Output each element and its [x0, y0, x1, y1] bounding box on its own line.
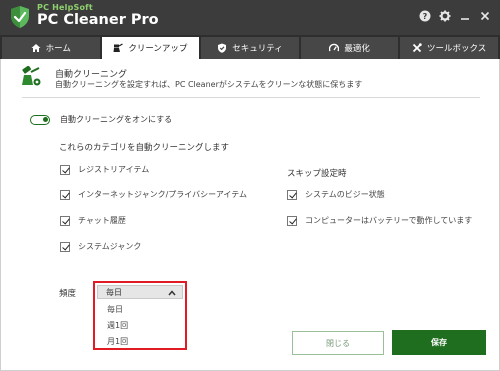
checkbox-system-junk[interactable]: システムジャンク [60, 241, 141, 252]
shield-icon [217, 43, 227, 53]
chevron-up-icon [168, 290, 176, 296]
checkbox-label: チャット履歴 [78, 216, 126, 225]
main-tabs: ホーム クリーンアップ セキュリティ 最適化 ツールボックス [0, 35, 500, 59]
auto-clean-icon [22, 66, 41, 86]
toggle-label: 自動クリーニングをオンにする [60, 115, 173, 124]
speedometer-icon [329, 43, 340, 53]
toggle-knob [43, 117, 48, 122]
skip-title: スキップ設定時 [287, 169, 347, 179]
close-icon[interactable] [478, 9, 492, 23]
frequency-option-weekly[interactable]: 週1回 [107, 320, 128, 331]
checkbox-label: レジストリアイテム [78, 165, 150, 174]
divider [22, 97, 480, 98]
app-title: PC Cleaner Pro [37, 12, 159, 28]
tab-label: クリーンアップ [128, 44, 188, 54]
tab-label: 最適化 [344, 44, 370, 54]
checkbox-on-battery[interactable]: コンピューターはバッテリーで動作しています [287, 215, 472, 226]
checkbox-label: システムのビジー状態 [305, 190, 385, 199]
checkbox-registry[interactable]: レジストリアイテム [60, 164, 149, 175]
tab-label: セキュリティ [232, 44, 283, 54]
checkbox-system-busy[interactable]: システムのビジー状態 [287, 189, 385, 200]
title-bar: PC HelpSoft PC Cleaner Pro ? [0, 0, 500, 35]
help-icon[interactable]: ? [418, 9, 432, 23]
home-icon [31, 43, 41, 53]
checkbox[interactable] [60, 164, 70, 175]
brand-company: PC HelpSoft [37, 3, 93, 12]
tab-cleanup[interactable]: クリーンアップ [101, 37, 200, 59]
app-logo-icon [11, 6, 29, 28]
frequency-option-daily[interactable]: 毎日 [107, 304, 123, 315]
save-button[interactable]: 保存 [392, 330, 486, 355]
checkbox[interactable] [60, 189, 70, 200]
tab-label: ツールボックス [427, 44, 487, 54]
categories-title: これらのカテゴリを自動クリーニングします [59, 143, 230, 153]
tab-security[interactable]: セキュリティ [201, 37, 299, 59]
frequency-option-monthly[interactable]: 月1回 [107, 336, 128, 347]
minimize-icon[interactable] [458, 9, 472, 23]
page-description: 自動クリーニングを設定すれば、PC Cleanerがシステムをクリーンな状態に保… [55, 80, 363, 89]
tab-label: ホーム [45, 44, 71, 54]
frequency-dropdown: 毎日 毎日 週1回 月1回 [93, 281, 187, 350]
tab-home[interactable]: ホーム [2, 37, 100, 59]
broom-icon [113, 43, 124, 53]
checkbox-label: インターネットジャンク/プライバシーアイテム [78, 190, 248, 199]
gear-icon[interactable] [438, 9, 452, 23]
checkbox[interactable] [60, 241, 70, 252]
checkbox[interactable] [287, 215, 297, 226]
frequency-select[interactable]: 毎日 [97, 285, 183, 299]
frequency-selected-value: 毎日 [106, 287, 122, 297]
tab-toolbox[interactable]: ツールボックス [400, 37, 498, 59]
checkbox-chat-history[interactable]: チャット履歴 [60, 215, 126, 226]
tab-optimize[interactable]: 最適化 [300, 37, 399, 59]
checkbox[interactable] [60, 215, 70, 226]
close-button[interactable]: 閉じる [292, 331, 384, 355]
tools-icon [412, 43, 422, 53]
checkbox-label: コンピューターはバッテリーで動作しています [305, 216, 473, 225]
checkbox[interactable] [287, 189, 297, 200]
frequency-label: 頻度 [59, 289, 77, 299]
checkbox-label: システムジャンク [78, 242, 142, 251]
svg-text:?: ? [423, 12, 428, 21]
auto-clean-toggle[interactable] [30, 115, 50, 125]
checkbox-internet-junk[interactable]: インターネットジャンク/プライバシーアイテム [60, 189, 247, 200]
